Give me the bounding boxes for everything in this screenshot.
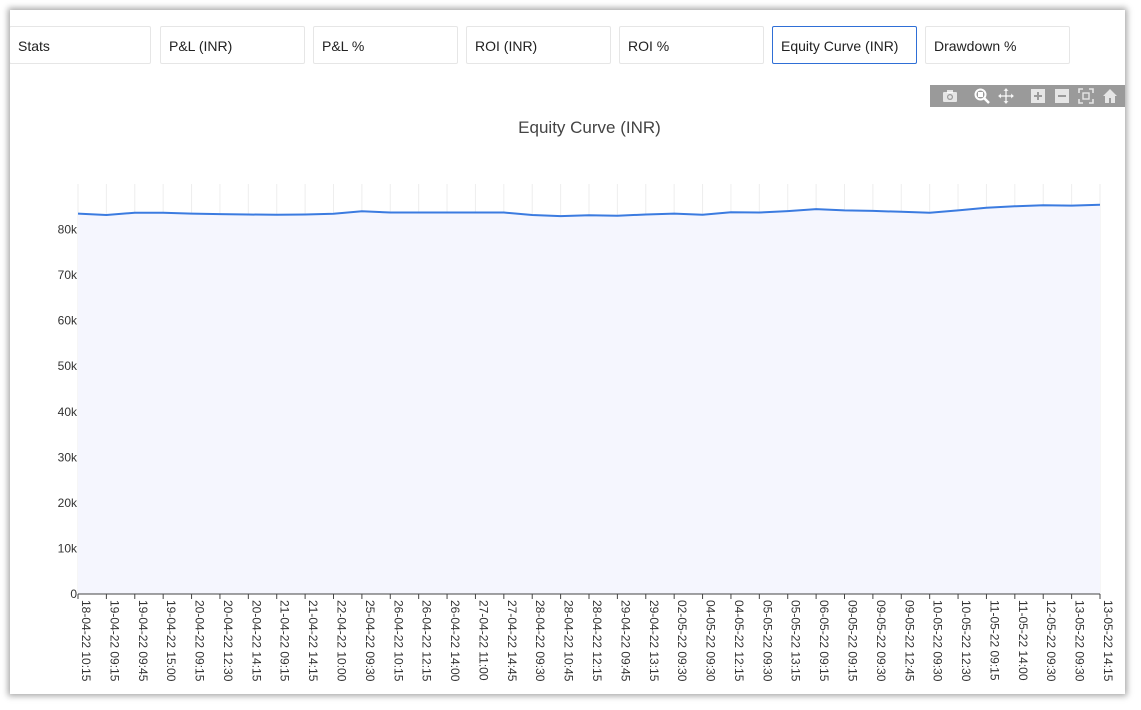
x-tick-label: 28-04-22 12:15 bbox=[590, 600, 604, 682]
x-tick-label: 11-05-22 09:15 bbox=[987, 600, 1001, 681]
x-tick-label: 19-04-22 09:15 bbox=[107, 600, 121, 682]
x-tick-label: 11-05-22 14:00 bbox=[1016, 600, 1030, 681]
x-tick-label: 26-04-22 10:15 bbox=[391, 600, 405, 682]
y-tick-label: 80k bbox=[58, 223, 78, 237]
x-tick-label: 21-04-22 14:15 bbox=[306, 600, 320, 682]
x-tick-label: 28-04-22 10:45 bbox=[562, 600, 576, 682]
app-frame: Stats P&L (INR) P&L % ROI (INR) ROI % Eq… bbox=[10, 10, 1125, 694]
x-tick-label: 18-04-22 10:15 bbox=[79, 600, 93, 682]
y-tick-label: 40k bbox=[58, 405, 78, 419]
x-tick-label: 04-05-22 09:30 bbox=[704, 600, 718, 682]
x-tick-label: 26-04-22 12:15 bbox=[420, 600, 434, 682]
y-tick-label: 70k bbox=[58, 268, 78, 282]
x-tick-label: 02-05-22 09:30 bbox=[675, 600, 689, 682]
x-tick-label: 20-04-22 09:15 bbox=[193, 600, 207, 682]
x-tick-label: 29-04-22 09:45 bbox=[618, 600, 632, 682]
x-tick-label: 27-04-22 11:00 bbox=[476, 600, 490, 681]
x-tick-label: 27-04-22 14:45 bbox=[505, 600, 519, 682]
y-tick-label: 60k bbox=[58, 314, 78, 328]
x-tick-label: 09-05-22 09:30 bbox=[874, 600, 888, 682]
y-tick-label: 10k bbox=[58, 541, 78, 555]
y-tick-label: 20k bbox=[58, 496, 78, 510]
x-tick-label: 13-05-22 09:30 bbox=[1073, 600, 1087, 682]
x-tick-label: 06-05-22 09:15 bbox=[817, 600, 831, 682]
x-tick-label: 25-04-22 09:30 bbox=[363, 600, 377, 682]
x-tick-label: 26-04-22 14:00 bbox=[448, 600, 462, 682]
series-area bbox=[78, 204, 1100, 594]
x-tick-label: 09-05-22 12:45 bbox=[902, 600, 916, 682]
x-tick-label: 20-04-22 12:30 bbox=[221, 600, 235, 682]
x-tick-label: 19-04-22 09:45 bbox=[136, 600, 150, 682]
x-tick-label: 13-05-22 14:15 bbox=[1101, 600, 1115, 682]
x-tick-label: 21-04-22 09:15 bbox=[278, 600, 292, 682]
y-tick-label: 50k bbox=[58, 359, 78, 373]
x-tick-label: 22-04-22 10:00 bbox=[335, 600, 349, 682]
x-tick-label: 05-05-22 13:15 bbox=[789, 600, 803, 682]
x-tick-label: 29-04-22 13:15 bbox=[647, 600, 661, 682]
x-tick-label: 09-05-22 09:15 bbox=[846, 600, 860, 682]
x-tick-label: 10-05-22 12:30 bbox=[959, 600, 973, 682]
x-tick-label: 19-04-22 15:00 bbox=[164, 600, 178, 682]
x-tick-label: 12-05-22 09:30 bbox=[1044, 600, 1058, 682]
equity-curve-chart: 0 10k 20k 30k 40k 50k 60k 70k 80k 18-04-22 10:15 1… bbox=[58, 184, 1115, 682]
y-tick-label: 30k bbox=[58, 450, 78, 464]
x-tick-label: 20-04-22 14:15 bbox=[249, 600, 263, 682]
y-tick-label: 0 bbox=[70, 587, 77, 601]
x-tick-label: 10-05-22 09:30 bbox=[931, 600, 945, 682]
x-tick-label: 05-05-22 09:30 bbox=[760, 600, 774, 682]
x-tick-label: 04-05-22 12:15 bbox=[732, 600, 746, 682]
x-tick-label: 28-04-22 09:30 bbox=[533, 600, 547, 682]
